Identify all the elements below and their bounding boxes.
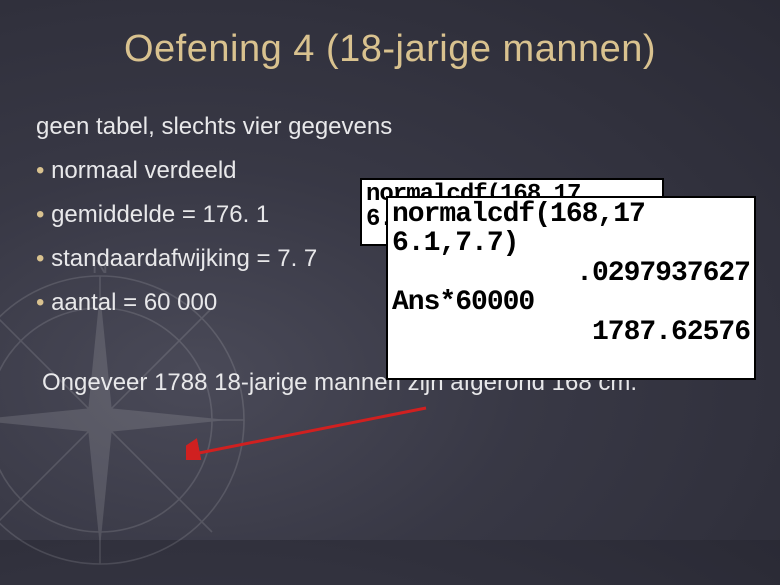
calc-line: 6.1,7.7) [392,229,750,258]
calc-result: .0297937627 [392,259,750,288]
calculator-screenshots: normalcdf(168,17 6. normalcdf(168,17 6.1… [360,178,756,400]
calc-line: normalcdf(168,17 [392,200,750,229]
calculator-screenshot-front: normalcdf(168,17 6.1,7.7) .0297937627 An… [386,196,756,380]
callout-arrow-icon [186,404,430,460]
slide-title: Oefening 4 (18-jarige mannen) [0,0,780,71]
calc-result: 1787.62576 [392,318,750,347]
slide-subtitle: geen tabel, slechts vier gegevens [36,113,780,141]
calc-line: Ans*60000 [392,288,750,317]
